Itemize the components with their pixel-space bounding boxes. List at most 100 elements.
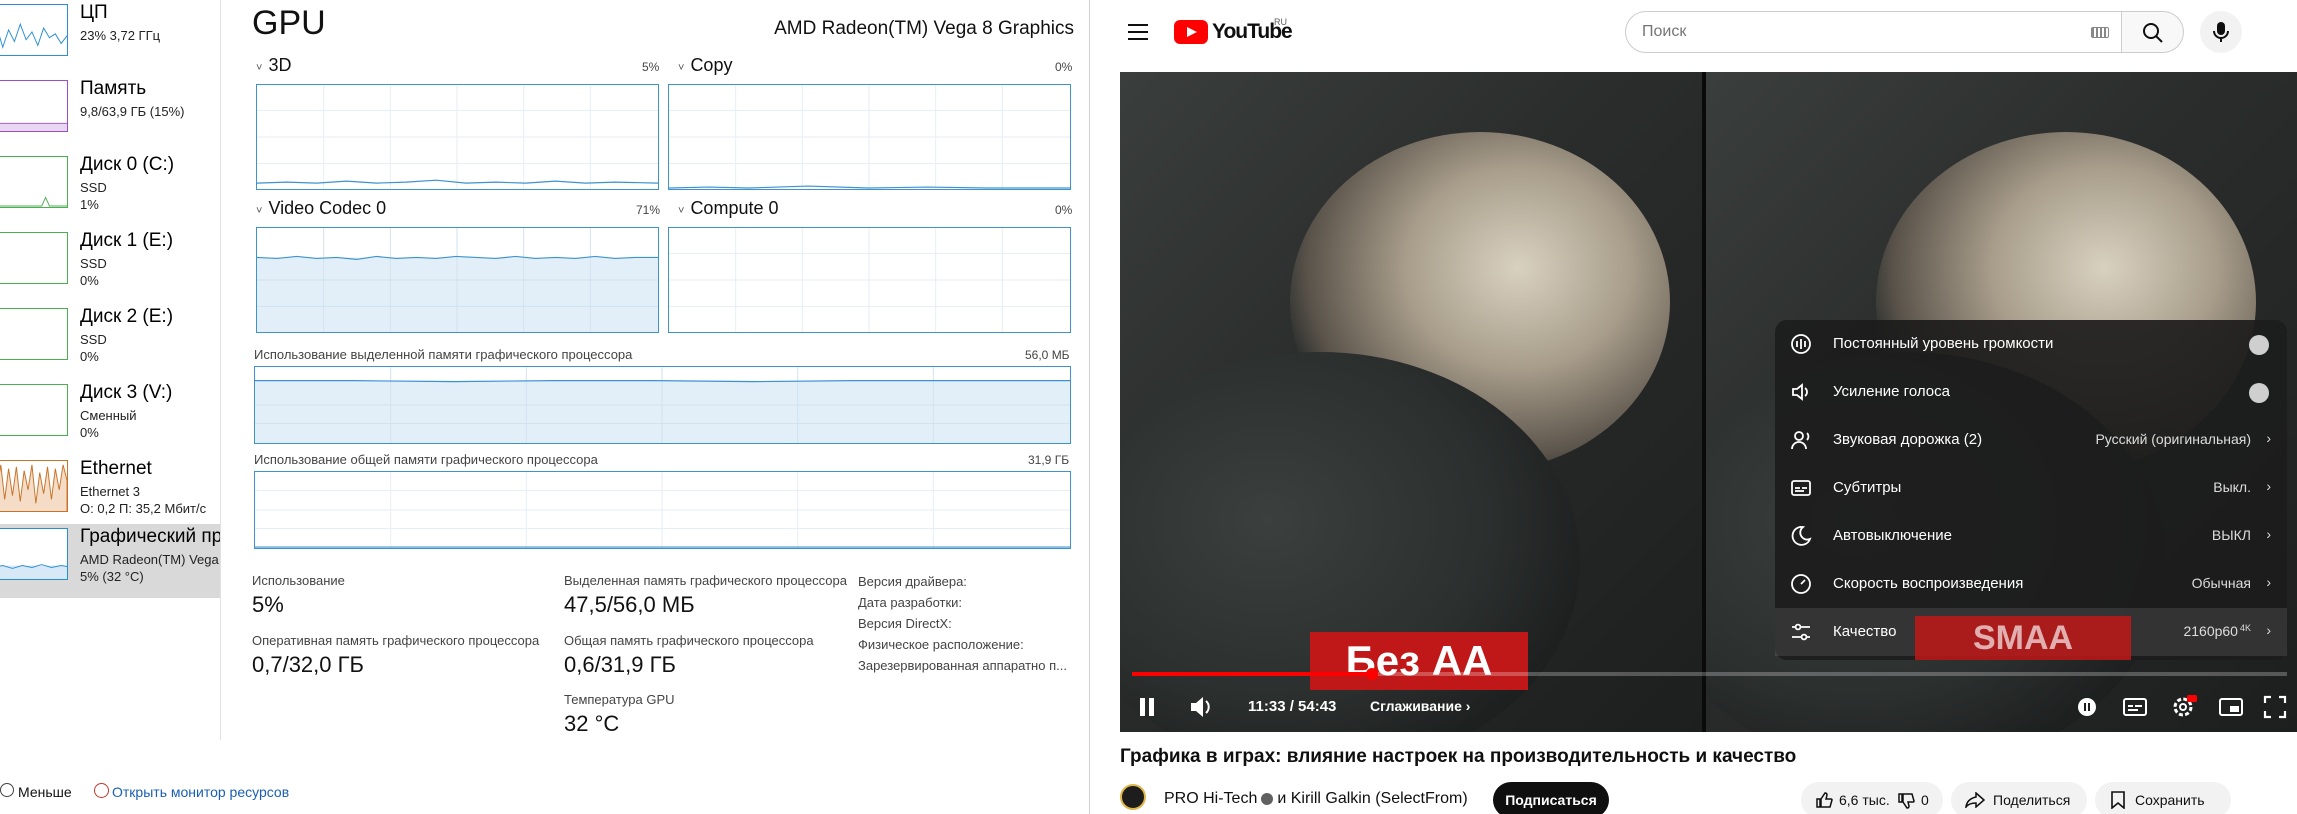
- chevron-down-icon: ˅: [678, 205, 685, 217]
- sidebar-item-title: Графический пр: [80, 526, 221, 547]
- autoplay-toggle-icon[interactable]: [2072, 692, 2102, 722]
- engine-copy-graph: [668, 84, 1071, 190]
- engine-percent: 0%: [1055, 60, 1073, 74]
- sidebar-item-memory[interactable]: Память 9,8/63,9 ГБ (15%): [0, 76, 220, 153]
- settings-menu: Постоянный уровень громкости Усиление го…: [1775, 320, 2287, 660]
- collaborator-text[interactable]: и Kirill Galkin (SelectFrom): [1277, 790, 1467, 807]
- sidebar-item-ethernet[interactable]: Ethernet Ethernet 3 О: 0,2 П: 35,2 Мбит/…: [0, 456, 220, 533]
- page-title: GPU: [252, 4, 326, 42]
- settings-item-label: Субтитры: [1833, 479, 1902, 496]
- settings-item-sleep-timer[interactable]: Автовыключение ВЫКЛ ›: [1775, 512, 2287, 560]
- voice-boost-icon: [1792, 383, 1808, 401]
- fullscreen-icon[interactable]: [2260, 692, 2290, 722]
- sidebar-item-sub: 5% (32 °C): [80, 569, 144, 584]
- engine-3d-dropdown[interactable]: ˅ 3D: [256, 55, 291, 76]
- usage-value: 5%: [252, 592, 284, 617]
- sidebar-item-sub: 0%: [80, 425, 99, 440]
- settings-item-playback-speed[interactable]: Скорость воспроизведения Обычная ›: [1775, 560, 2287, 608]
- sidebar-item-disk-2[interactable]: Диск 2 (E:) SSD 0%: [0, 304, 220, 381]
- sidebar-item-disk-1[interactable]: Диск 1 (E:) SSD 0%: [0, 228, 220, 305]
- miniplayer-icon[interactable]: [2216, 692, 2246, 722]
- sidebar-item-sub: SSD: [80, 332, 107, 347]
- settings-item-quality[interactable]: SMAA Качество 2160p60 4K ›: [1775, 608, 2287, 660]
- task-manager-window: ЦП 23% 3,72 ГГц Память 9,8/63,9 ГБ (15%)…: [0, 0, 1090, 814]
- volume-icon[interactable]: [1186, 692, 1216, 722]
- video-title: Графика в играх: влияние настроек на про…: [1120, 746, 1797, 767]
- fewer-details-link[interactable]: Меньше: [18, 784, 72, 800]
- channel-avatar[interactable]: [1120, 784, 1146, 810]
- menu-icon[interactable]: [1128, 24, 1148, 40]
- search-button[interactable]: [2122, 11, 2184, 53]
- sidebar-item-sub: 9,8/63,9 ГБ (15%): [80, 104, 185, 119]
- chapter-title[interactable]: Сглаживание ›: [1370, 698, 1470, 714]
- like-count[interactable]: 6,6 тыс.: [1839, 792, 1890, 808]
- settings-item-subtitles[interactable]: Субтитры Выкл. ›: [1775, 464, 2287, 512]
- sidebar-item-title: Диск 3 (V:): [80, 382, 173, 403]
- search-box[interactable]: Поиск: [1625, 11, 2122, 53]
- thumbs-up-icon[interactable]: [1815, 791, 1833, 809]
- settings-gear-icon[interactable]: [2168, 692, 2198, 722]
- sidebar-item-sub: 0%: [80, 273, 99, 288]
- dedicated-memory-stat-label: Выделенная память графического процессор…: [564, 573, 847, 588]
- subtitles-icon: [1791, 480, 1811, 496]
- gpu-ram-label: Оперативная память графического процессо…: [252, 633, 540, 648]
- video-frame-left: Без АА: [1120, 72, 1702, 732]
- channel-name[interactable]: PRO Hi-Tech и Kirill Galkin (SelectFrom): [1164, 790, 1468, 808]
- sidebar-item-sub: 23% 3,72 ГГц: [80, 28, 161, 43]
- dislike-count[interactable]: 0: [1921, 792, 1929, 808]
- shared-memory-stat-label: Общая память графического процессора: [564, 633, 814, 648]
- microphone-icon: [2213, 22, 2229, 42]
- settings-item-value: Выкл.: [2213, 479, 2251, 495]
- playback-speed-icon: [1791, 574, 1811, 594]
- quality-value: 2160p60: [2183, 623, 2238, 639]
- settings-item-label: Скорость воспроизведения: [1833, 575, 2024, 592]
- keyboard-icon[interactable]: [2091, 27, 2109, 38]
- engine-compute-dropdown[interactable]: ˅ Compute 0: [678, 198, 779, 219]
- gpu-model-name: AMD Radeon(TM) Vega 8 Graphics: [774, 18, 1074, 39]
- sidebar-item-disk-0[interactable]: Диск 0 (C:) SSD 1%: [0, 152, 220, 229]
- thumbs-down-icon[interactable]: [1897, 792, 1915, 810]
- settings-item-audio-track[interactable]: Звуковая дорожка (2) Русский (оригинальн…: [1775, 416, 2287, 464]
- voice-search-button[interactable]: [2200, 11, 2242, 53]
- settings-item-stable-volume[interactable]: Постоянный уровень громкости: [1775, 320, 2287, 368]
- settings-item-value: 2160p60 4K: [2183, 623, 2251, 639]
- engine-video-codec-dropdown[interactable]: ˅ Video Codec 0: [256, 198, 386, 219]
- sidebar-item-title: Ethernet: [80, 458, 152, 479]
- engine-name: Video Codec 0: [268, 198, 387, 218]
- gpu-temp-value: 32 °C: [564, 711, 620, 736]
- settings-item-label: Постоянный уровень громкости: [1833, 335, 2054, 352]
- chevron-right-icon: ›: [2266, 430, 2271, 446]
- open-resource-monitor-link[interactable]: Открыть монитор ресурсов: [112, 784, 289, 800]
- share-button[interactable]: Поделиться: [1951, 782, 2087, 814]
- sidebar-item-title: Память: [80, 78, 147, 99]
- usage-label: Использование: [252, 573, 345, 588]
- save-button[interactable]: Сохранить: [2095, 782, 2231, 814]
- sidebar-item-sub: 0%: [80, 349, 99, 364]
- pause-icon[interactable]: [1132, 692, 1162, 722]
- search-input[interactable]: Поиск: [1642, 23, 1686, 41]
- video-player[interactable]: Без АА Постоянный уровень громкости Усил…: [1120, 72, 2297, 732]
- engine-compute-graph: [668, 227, 1071, 333]
- driver-version-label: Версия драйвера:: [858, 574, 967, 589]
- settings-item-label: Усиление голоса: [1833, 383, 1950, 400]
- chevron-up-circle-icon: [0, 783, 14, 797]
- engine-copy-dropdown[interactable]: ˅ Copy: [678, 55, 732, 76]
- sidebar-item-gpu[interactable]: Графический пр AMD Radeon(TM) Vega 5% (3…: [0, 524, 221, 598]
- sidebar-item-disk-3[interactable]: Диск 3 (V:) Сменный 0%: [0, 380, 220, 457]
- stable-volume-toggle[interactable]: [2249, 335, 2269, 355]
- bookmark-icon: [2111, 791, 2125, 809]
- channel-name-text[interactable]: PRO Hi-Tech: [1164, 790, 1257, 807]
- subscribe-button[interactable]: Подписаться: [1493, 782, 1609, 814]
- voice-boost-toggle[interactable]: [2249, 383, 2269, 403]
- subtitles-icon[interactable]: [2120, 692, 2150, 722]
- progress-bar[interactable]: [1132, 668, 2287, 680]
- settings-item-label: Автовыключение: [1833, 527, 1953, 544]
- engine-name: Compute 0: [690, 198, 779, 218]
- settings-item-voice-boost[interactable]: Усиление голоса: [1775, 368, 2287, 416]
- chevron-right-icon: ›: [2266, 478, 2271, 494]
- dedicated-memory-graph: [254, 366, 1071, 444]
- share-icon: [1965, 792, 1985, 808]
- quality-icon: [1792, 623, 1810, 641]
- youtube-logo-icon[interactable]: [1174, 20, 1208, 44]
- sidebar-item-cpu[interactable]: ЦП 23% 3,72 ГГц: [0, 0, 220, 77]
